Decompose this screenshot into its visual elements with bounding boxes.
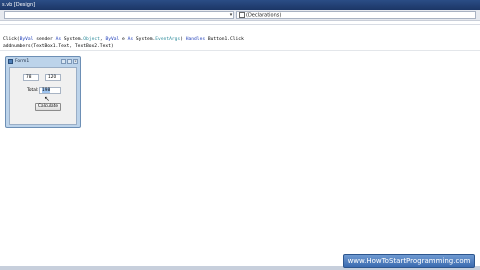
calculate-button[interactable]: Calculate (35, 103, 61, 111)
code-text: e (119, 37, 128, 42)
textbox2[interactable]: 120 (45, 74, 61, 81)
class-name-dropdown[interactable] (4, 11, 234, 19)
code-keyword: ByVal (105, 37, 120, 42)
code-type: Object (83, 37, 100, 42)
code-text: sender (33, 37, 56, 42)
total-value: 198 (42, 88, 51, 93)
form1-window[interactable]: Form1 x 78 120 Total: 198 ↖ Calculate (5, 56, 81, 128)
code-text: Click( (3, 37, 20, 42)
watermark-banner: www.HowToStartProgramming.com (343, 254, 475, 268)
window-titlebar: s.vb [Design] (0, 0, 480, 10)
method-dropdown-value: (Declarations) (246, 12, 282, 19)
minimize-button[interactable] (61, 59, 66, 64)
textbox1[interactable]: 78 (23, 74, 39, 81)
chevron-down-icon[interactable]: ▾ (228, 11, 234, 19)
total-textbox[interactable]: 198 (39, 87, 61, 94)
code-dropdown-bar: ▾ (Declarations) (0, 10, 480, 21)
maximize-button[interactable] (67, 59, 72, 64)
code-editor[interactable]: Click(ByVal sender As System.Object, ByV… (3, 36, 244, 50)
editor-separator (0, 50, 480, 51)
code-text: System. (61, 37, 84, 42)
form-client-area: 78 120 Total: 198 ↖ Calculate (9, 67, 77, 125)
mouse-cursor-icon: ↖ (44, 95, 50, 103)
code-text: System. (133, 37, 156, 42)
code-line: addnumbers(TextBox1.Text, TextBox2.Text) (3, 44, 114, 49)
code-keyword: ByVal (19, 37, 34, 42)
code-text: Button1.Click (205, 37, 244, 42)
checkbox-icon (239, 12, 245, 18)
close-button[interactable]: x (73, 59, 78, 64)
editor-divider (0, 24, 480, 25)
code-keyword: Handles (185, 37, 206, 42)
total-label: Total: (27, 88, 39, 93)
window-controls: x (61, 59, 78, 64)
code-type: EventArgs (155, 37, 181, 42)
method-name-dropdown[interactable]: (Declarations) (236, 11, 476, 19)
